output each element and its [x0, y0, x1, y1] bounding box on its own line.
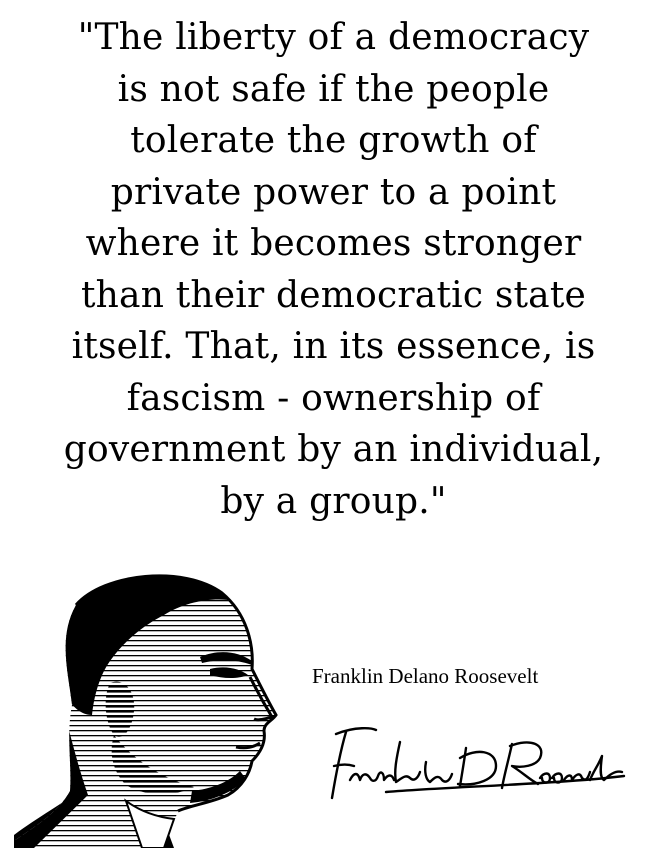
quote-line-9: government by an individual, — [63, 429, 604, 470]
quote-line-1: "The liberty of a democracy — [77, 17, 590, 58]
signature-icon — [330, 727, 626, 800]
quote-line-8: fascism - ownership of — [126, 377, 541, 419]
quote-line-10: by a group." — [220, 480, 447, 522]
quote-line-6: than their democratic state — [80, 274, 587, 316]
quote-line-5: where it becomes stronger — [85, 223, 582, 264]
quote-line-3: tolerate the growth of — [130, 120, 537, 161]
quote-line-4: private power to a point — [110, 171, 557, 213]
portrait-illustration-icon — [14, 574, 278, 848]
quote-block: "The liberty of a democracy is not safe … — [0, 12, 667, 527]
quote-line-7: itself. That, in its essence, is — [71, 326, 596, 367]
author-name: Franklin Delano Roosevelt — [312, 664, 539, 688]
quote-line-2: is not safe if the people — [117, 68, 550, 110]
